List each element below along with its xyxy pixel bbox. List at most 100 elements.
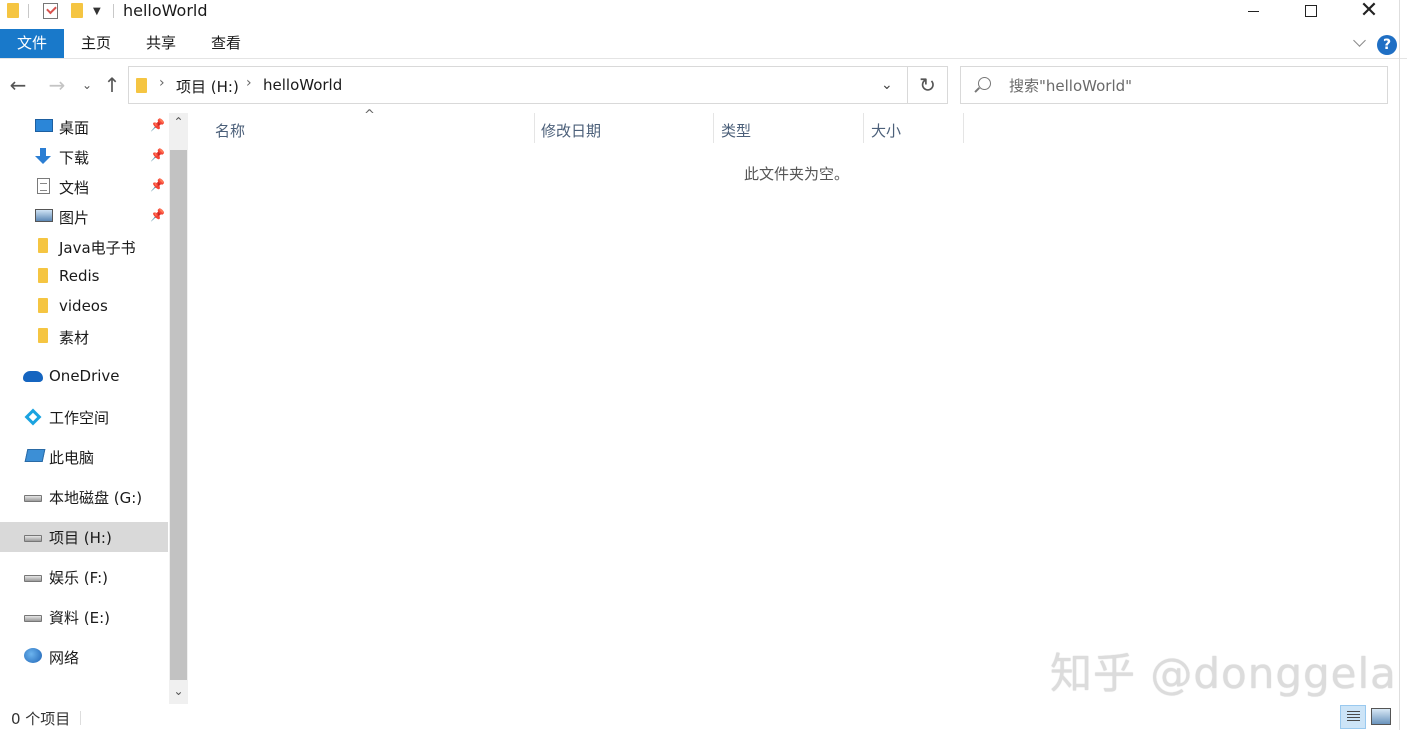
folder-icon [38, 328, 48, 343]
nav-item-materials[interactable]: 素材 [0, 322, 168, 352]
nav-item-pictures[interactable]: 图片 📌 [0, 202, 168, 232]
column-header-size[interactable]: 大小 [864, 113, 963, 145]
folder-icon [38, 268, 48, 283]
nav-item-label: 工作空间 [49, 409, 110, 427]
divider [28, 4, 29, 18]
drive-icon [24, 575, 42, 582]
nav-item-workspace[interactable]: 工作空间 [0, 402, 168, 432]
nav-item-this-pc[interactable]: 此电脑 [0, 442, 168, 472]
details-view-button[interactable] [1340, 705, 1366, 729]
nav-item-drive-e[interactable]: 資料 (E:) [0, 602, 168, 632]
quick-access-dropdown-icon[interactable]: ▼ [93, 6, 101, 17]
column-header-type[interactable]: 类型 [714, 113, 863, 145]
nav-item-downloads[interactable]: 下载 📌 [0, 142, 168, 172]
nav-item-label: OneDrive [49, 367, 120, 385]
nav-item-label: 下载 [59, 149, 90, 167]
breadcrumb-folder[interactable]: helloWorld [263, 76, 342, 94]
breadcrumb-chevron-icon[interactable]: › [246, 75, 252, 91]
nav-item-videos[interactable]: videos [0, 292, 168, 322]
nav-item-label: 项目 (H:) [49, 529, 112, 547]
nav-item-label: 网络 [49, 649, 80, 667]
nav-item-desktop[interactable]: 桌面 📌 [0, 112, 168, 142]
tab-share[interactable]: 共享 [131, 29, 191, 58]
scroll-down-icon[interactable]: ⌄ [171, 684, 186, 699]
folder-icon [38, 298, 48, 313]
desktop-icon [35, 119, 53, 132]
breadcrumb-drive[interactable]: 项目 (H:) [176, 76, 239, 97]
maximize-icon [1305, 5, 1317, 17]
nav-item-label: 素材 [59, 329, 90, 347]
pictures-icon [35, 209, 53, 222]
scrollbar-thumb[interactable] [170, 150, 187, 680]
tab-file[interactable]: 文件 [0, 29, 64, 58]
nav-item-drive-g[interactable]: 本地磁盘 (G:) [0, 482, 168, 512]
status-item-count: 0 个项目 [11, 710, 71, 728]
drive-icon [24, 535, 42, 542]
title-bar: ▼ helloWorld ✕ [0, 0, 1407, 22]
onedrive-icon [23, 371, 43, 382]
divider [80, 711, 81, 725]
nav-item-label: 資料 (E:) [49, 609, 111, 627]
nav-item-java-ebooks[interactable]: Java电子书 [0, 232, 168, 262]
nav-item-label: 文档 [59, 179, 90, 197]
search-box[interactable] [960, 66, 1388, 104]
window-border [1399, 0, 1400, 730]
window-title: helloWorld [123, 1, 208, 20]
column-header-label: 类型 [721, 122, 752, 140]
new-folder-icon[interactable] [71, 3, 83, 18]
nav-item-label: 此电脑 [49, 449, 95, 467]
pin-icon: 📌 [150, 178, 165, 192]
pin-icon: 📌 [150, 208, 165, 222]
divider [113, 4, 114, 18]
minimize-button[interactable] [1224, 0, 1282, 22]
back-button[interactable]: ← [7, 73, 29, 97]
folder-icon [38, 238, 48, 253]
nav-item-redis[interactable]: Redis [0, 262, 168, 292]
help-icon[interactable]: ? [1377, 35, 1397, 55]
large-icons-view-button[interactable] [1371, 708, 1391, 725]
watermark: 知乎 @donggela [1050, 649, 1397, 698]
properties-icon[interactable] [43, 3, 58, 19]
recent-locations-chevron-icon[interactable]: ⌄ [76, 73, 98, 97]
folder-icon [136, 78, 147, 93]
nav-item-drive-f[interactable]: 娱乐 (F:) [0, 562, 168, 592]
tab-home[interactable]: 主页 [66, 29, 126, 58]
navigation-scrollbar[interactable]: ⌃ ⌄ [169, 113, 188, 704]
workspace-icon [24, 408, 42, 426]
nav-item-documents[interactable]: 文档 📌 [0, 172, 168, 202]
nav-item-label: 桌面 [59, 119, 90, 137]
maximize-button[interactable] [1282, 0, 1340, 22]
network-icon [24, 648, 42, 663]
column-header-label: 修改日期 [541, 122, 602, 140]
folder-icon [7, 3, 19, 18]
column-header-label: 名称 [215, 122, 246, 140]
drive-icon [24, 495, 42, 502]
nav-item-drive-h[interactable]: 项目 (H:) [0, 522, 168, 552]
nav-item-label: Java电子书 [59, 239, 136, 257]
pin-icon: 📌 [150, 148, 165, 162]
tab-view[interactable]: 查看 [196, 29, 256, 58]
breadcrumb-chevron-icon[interactable]: › [159, 75, 165, 91]
download-icon [35, 148, 51, 164]
address-history-chevron-icon[interactable]: ⌄ [881, 77, 893, 93]
minimize-icon [1247, 10, 1259, 12]
nav-item-label: Redis [59, 267, 100, 285]
search-input[interactable] [1009, 75, 1369, 97]
refresh-button[interactable]: ↻ [908, 66, 948, 104]
address-bar[interactable]: › 项目 (H:) › helloWorld ⌄ [128, 66, 908, 104]
close-button[interactable]: ✕ [1340, 0, 1398, 22]
nav-item-label: 娱乐 (F:) [49, 569, 108, 587]
empty-folder-message: 此文件夹为空。 [744, 165, 850, 183]
nav-item-onedrive[interactable]: OneDrive [0, 362, 168, 392]
nav-item-label: videos [59, 297, 108, 315]
column-header-name[interactable]: 名称 [200, 113, 534, 145]
column-header-date-modified[interactable]: 修改日期 [535, 113, 713, 145]
forward-button[interactable]: → [46, 73, 68, 97]
scroll-up-icon[interactable]: ⌃ [171, 115, 186, 130]
drive-icon [24, 615, 42, 622]
column-divider[interactable] [963, 113, 964, 143]
nav-item-network[interactable]: 网络 [0, 642, 168, 672]
column-header-label: 大小 [871, 122, 902, 140]
expand-ribbon-chevron-icon[interactable] [1352, 35, 1368, 51]
up-button[interactable]: ↑ [101, 73, 123, 97]
